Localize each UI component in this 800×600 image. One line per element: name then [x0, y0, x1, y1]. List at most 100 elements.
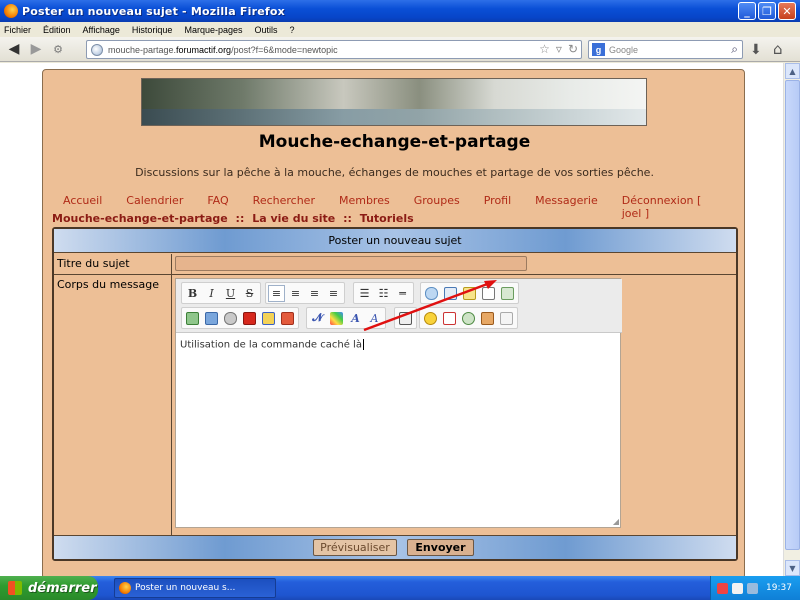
underline-button[interactable]: U [222, 285, 239, 302]
paste-icon[interactable] [479, 310, 496, 327]
back-arrow-icon[interactable]: ◀ [3, 39, 25, 59]
antivirus-icon[interactable] [717, 582, 728, 594]
nav-link-messagerie[interactable]: Messagerie [535, 194, 598, 220]
network-icon[interactable] [732, 582, 743, 594]
reload-icon[interactable]: ↻ [568, 42, 578, 56]
window-title: Poster un nouveau sujet - Mozilla Firefo… [22, 4, 285, 18]
post-form-header: Poster un nouveau sujet [54, 229, 736, 253]
breadcrumb-category[interactable]: La vie du site [252, 212, 335, 225]
align-center-icon[interactable]: ≡ [287, 285, 304, 302]
globe-icon [91, 43, 103, 56]
search-bar[interactable]: g Google ⌕ [588, 40, 743, 59]
home-icon[interactable]: ⌂ [773, 40, 783, 58]
breadcrumb: Mouche-echange-et-partage :: La vie du s… [52, 212, 414, 225]
dailymotion-icon[interactable] [279, 310, 296, 327]
nav-link-deconnexion[interactable]: Déconnexion [ joel ] [622, 194, 720, 220]
code-icon[interactable] [442, 285, 459, 302]
firefox-icon [119, 582, 131, 594]
windows-flag-icon [8, 581, 22, 595]
italic-button[interactable]: I [203, 285, 220, 302]
bold-button[interactable]: B [184, 285, 201, 302]
url-path: /post?f=6&mode=newtopic [231, 44, 338, 55]
identity-icon[interactable]: ⚙ [47, 39, 69, 59]
post-form-panel: Poster un nouveau sujet Titre du sujet C… [52, 227, 738, 561]
hide-icon[interactable] [480, 285, 497, 302]
taskbar-firefox-item[interactable]: Poster un nouveau s... [114, 578, 276, 598]
firefox-icon [4, 4, 18, 18]
resize-handle-icon[interactable]: ◢ [613, 517, 619, 526]
align-justify-icon[interactable]: ≡ [325, 285, 342, 302]
start-button[interactable]: démarrer [0, 576, 98, 600]
body-row: Corps du message B I U S ≡ ≡ ≡ ≡ ☰ ☷ ═ 𝓝… [54, 275, 736, 539]
google-icon[interactable]: g [592, 43, 605, 56]
message-body-text[interactable]: Utilisation de la commande caché là [180, 339, 364, 351]
forward-arrow-icon[interactable]: ▶ [25, 39, 47, 59]
strikethrough-button[interactable]: S [241, 285, 258, 302]
subject-input[interactable] [175, 256, 527, 271]
breadcrumb-separator: :: [343, 212, 352, 225]
url-prefix: mouche-partage. [108, 44, 177, 55]
breadcrumb-forum[interactable]: Mouche-echange-et-partage [52, 212, 228, 225]
vertical-scrollbar[interactable]: ▲ ▼ [783, 63, 800, 576]
breadcrumb-separator: :: [235, 212, 245, 225]
menu-help[interactable]: ? [290, 25, 295, 35]
preview-button[interactable]: Prévisualiser [313, 539, 397, 556]
horizontal-rule-icon[interactable]: ═ [394, 285, 411, 302]
time-icon[interactable] [460, 310, 477, 327]
menu-historique[interactable]: Historique [132, 25, 173, 35]
send-button[interactable]: Envoyer [407, 539, 474, 556]
editor-toolbar: B I U S ≡ ≡ ≡ ≡ ☰ ☷ ═ 𝓝 A A [176, 279, 622, 333]
minimize-button[interactable]: _ [738, 2, 756, 20]
maximize-button[interactable]: ❐ [758, 2, 776, 20]
quote-icon[interactable] [423, 285, 440, 302]
align-left-icon[interactable]: ≡ [268, 284, 285, 302]
bookmark-star-icon[interactable]: ☆ [539, 42, 550, 56]
menu-outils[interactable]: Outils [255, 25, 278, 35]
numbered-list-icon[interactable]: ☷ [375, 285, 392, 302]
youtube-icon[interactable] [241, 310, 258, 327]
menu-edition[interactable]: Édition [43, 25, 71, 35]
url-bar[interactable]: mouche-partage. forumactif.org/post?f=6&m… [86, 40, 582, 59]
message-body-value: Utilisation de la commande caché là [180, 339, 362, 351]
url-domain: forumactif.org [176, 44, 232, 55]
nav-link-profil[interactable]: Profil [484, 194, 511, 220]
site-tagline: Discussions sur la pêche à la mouche, éc… [135, 166, 654, 179]
bullet-list-icon[interactable]: ☰ [356, 285, 373, 302]
menu-marque-pages[interactable]: Marque-pages [184, 25, 242, 35]
taskbar-item-label: Poster un nouveau s... [135, 583, 236, 593]
search-placeholder: Google [609, 44, 639, 55]
nav-link-groupes[interactable]: Groupes [414, 194, 460, 220]
link-icon[interactable] [222, 310, 239, 327]
menu-affichage[interactable]: Affichage [83, 25, 120, 35]
search-icon[interactable]: ⌕ [731, 42, 738, 57]
font-size-icon[interactable]: A [347, 310, 364, 327]
message-editor[interactable]: B I U S ≡ ≡ ≡ ≡ ☰ ☷ ═ 𝓝 A A Utilisation … [175, 278, 622, 528]
font-icon[interactable]: 𝓝 [309, 310, 326, 327]
date-icon[interactable] [441, 310, 458, 327]
downloads-icon[interactable]: ⬇ [750, 42, 762, 58]
close-button[interactable]: ✕ [778, 2, 796, 20]
image-icon[interactable] [184, 310, 201, 327]
source-mode-icon[interactable] [397, 310, 414, 327]
flash-icon[interactable] [260, 310, 277, 327]
windows-taskbar: démarrer Poster un nouveau s... 19:37 [0, 576, 800, 600]
scroll-thumb[interactable] [785, 80, 800, 550]
scroll-up-icon[interactable]: ▲ [785, 63, 800, 79]
menu-bar: Fichier Édition Affichage Historique Mar… [0, 22, 800, 37]
smiley-icon[interactable] [422, 310, 439, 327]
subject-row: Titre du sujet [54, 254, 736, 275]
window-titlebar: Poster un nouveau sujet - Mozilla Firefo… [0, 0, 800, 22]
dropdown-icon[interactable]: ▿ [556, 42, 562, 56]
align-right-icon[interactable]: ≡ [306, 285, 323, 302]
post-form-footer: Prévisualiser Envoyer [54, 535, 736, 559]
scroll-down-icon[interactable]: ▼ [785, 560, 800, 576]
menu-fichier[interactable]: Fichier [4, 25, 31, 35]
volume-icon[interactable] [747, 582, 758, 594]
color-icon[interactable] [328, 310, 345, 327]
breadcrumb-subforum[interactable]: Tutoriels [360, 212, 414, 225]
host-image-icon[interactable] [203, 310, 220, 327]
table-icon[interactable] [499, 285, 516, 302]
spoiler-icon[interactable] [461, 285, 478, 302]
remove-format-icon[interactable] [498, 310, 515, 327]
font-face-icon[interactable]: A [366, 310, 383, 327]
